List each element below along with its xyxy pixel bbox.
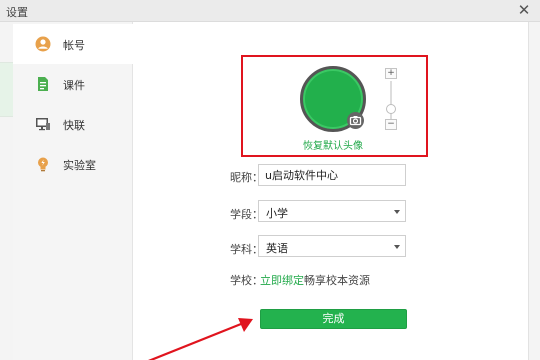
sidebar-item-lab[interactable]: 实验室: [13, 144, 133, 184]
sidebar-item-courseware[interactable]: 课件: [13, 64, 133, 104]
stage-select-value: 小学: [266, 207, 288, 220]
zoom-slider-handle[interactable]: [386, 104, 396, 114]
bulb-icon: [35, 156, 51, 172]
sidebar-item-quicklink[interactable]: 快联: [13, 104, 133, 144]
monitor-icon: [35, 116, 51, 132]
chevron-down-icon: [394, 210, 400, 214]
sidebar-item-label: 实验室: [63, 159, 96, 172]
sidebar: 帐号 课件 快联 实验室: [13, 22, 133, 360]
zoom-out-button[interactable]: −: [385, 119, 397, 130]
subject-select[interactable]: 英语: [258, 235, 406, 257]
school-resource-text: 畅享校本资源: [304, 274, 370, 287]
title-bar: 设置 ✕: [0, 0, 540, 22]
background-window-right: [528, 22, 540, 360]
zoom-in-button[interactable]: +: [385, 68, 397, 79]
done-button[interactable]: 完成: [260, 309, 407, 329]
chevron-down-icon: [394, 245, 400, 249]
camera-icon[interactable]: [347, 112, 364, 129]
bind-school-link[interactable]: 立即绑定: [260, 272, 304, 288]
background-highlight-row: [0, 62, 13, 117]
window-title: 设置: [6, 6, 28, 19]
background-window-left: [0, 22, 13, 360]
sidebar-item-account[interactable]: 帐号: [13, 24, 133, 64]
stage-select[interactable]: 小学: [258, 200, 406, 222]
sidebar-item-label: 帐号: [63, 39, 85, 52]
close-icon[interactable]: ✕: [516, 1, 532, 19]
restore-default-avatar-link[interactable]: 恢复默认头像: [300, 137, 366, 152]
subject-select-value: 英语: [266, 242, 288, 255]
document-icon: [35, 76, 51, 92]
sidebar-item-label: 快联: [63, 119, 85, 132]
user-icon: [35, 36, 51, 52]
school-label: 学校：: [230, 274, 263, 287]
nickname-input[interactable]: [258, 164, 406, 186]
sidebar-item-label: 课件: [63, 79, 85, 92]
